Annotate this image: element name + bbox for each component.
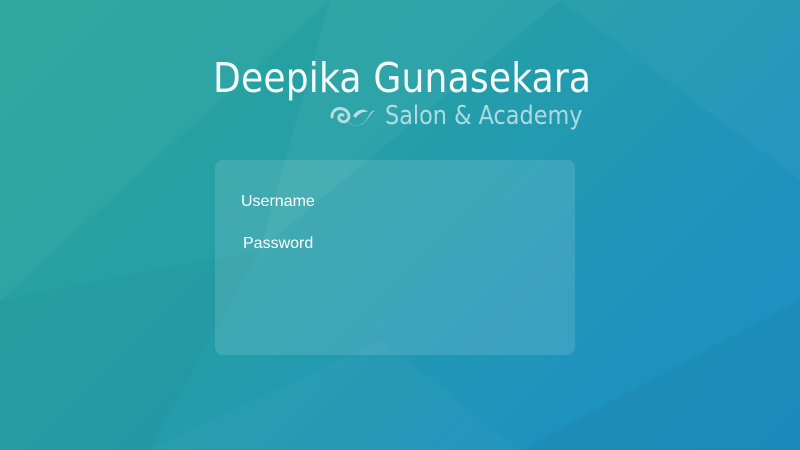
brand-name: Deepika Gunasekara: [213, 54, 592, 102]
brand-header: Deepika Gunasekara Salon & Academy: [0, 0, 800, 140]
brand-tagline: Salon & Academy: [385, 101, 583, 131]
brand-subtitle: Salon & Academy: [329, 100, 615, 132]
leaf-swirl-icon: [330, 107, 375, 126]
login-form: [215, 160, 575, 355]
password-row: [215, 226, 575, 262]
username-input[interactable]: [239, 184, 551, 220]
password-input[interactable]: [241, 226, 553, 262]
username-row: [215, 184, 575, 220]
